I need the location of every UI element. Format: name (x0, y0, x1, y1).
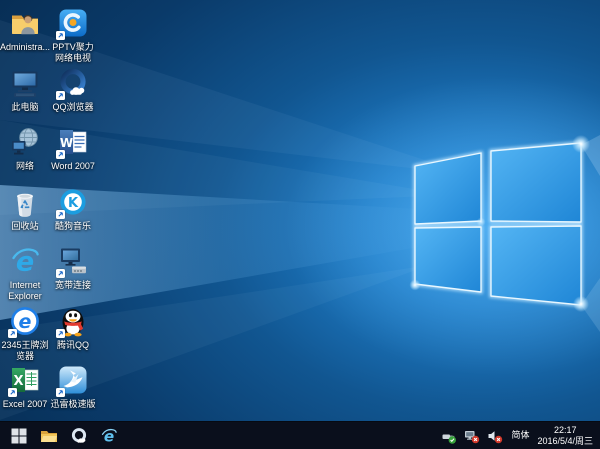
desktop-icon-grid: Administra... 此电脑 (1, 4, 97, 421)
folder-icon (40, 428, 58, 444)
desktop-item-excel-2007[interactable]: X Excel 2007 (1, 361, 49, 421)
svg-text:e: e (19, 311, 32, 333)
shortcut-arrow-icon (8, 388, 17, 397)
taskbar-clock[interactable]: 22:17 2016/5/4/周三 (537, 425, 593, 446)
desktop-item-label: 网络 (0, 161, 51, 172)
shortcut-arrow-icon (8, 329, 17, 338)
usb-safely-remove-icon[interactable] (441, 428, 457, 444)
desktop-item-broadband[interactable]: 宽带连接 (49, 242, 97, 302)
svg-text:X: X (13, 374, 23, 389)
svg-text:e: e (16, 247, 34, 278)
shortcut-arrow-icon (56, 91, 65, 100)
desktop-item-pptv[interactable]: PPTV聚力 网络电视 (49, 4, 97, 64)
desktop-item-label: 宽带连接 (47, 280, 99, 291)
desktop-item-recycle-bin[interactable]: 回收站 (1, 183, 49, 243)
desktop-item-administrator[interactable]: Administra... (1, 4, 49, 64)
recycle-bin-icon (9, 186, 41, 218)
desktop-item-label: 回收站 (0, 221, 51, 232)
user-folder-icon (9, 7, 41, 39)
volume-muted-icon[interactable] (487, 428, 503, 444)
desktop-item-label: PPTV聚力 网络电视 (47, 42, 99, 64)
clock-time: 22:17 (537, 425, 593, 436)
windows-logo-icon (11, 428, 27, 444)
desktop-item-label: Internet Explorer (0, 280, 51, 302)
desktop-item-label: Excel 2007 (0, 399, 51, 410)
network-icon (9, 126, 41, 158)
this-pc-icon (9, 67, 41, 99)
desktop-item-this-pc[interactable]: 此电脑 (1, 64, 49, 124)
desktop-item-qq-browser[interactable]: QQ浏览器 (49, 64, 97, 124)
shortcut-arrow-icon (56, 150, 65, 159)
desktop-item-label: QQ浏览器 (47, 102, 99, 113)
ie-logo-icon: e (100, 427, 118, 445)
svg-text:W: W (60, 136, 73, 150)
desktop-item-label: 2345王牌浏览器 (0, 340, 51, 362)
system-tray: 简体 22:17 2016/5/4/周三 (441, 422, 600, 449)
internet-explorer-icon: e (9, 245, 41, 277)
shortcut-arrow-icon (56, 329, 65, 338)
taskbar-internet-explorer-button[interactable]: e (94, 422, 124, 449)
start-button[interactable] (4, 422, 34, 449)
clock-date: 2016/5/4/周三 (537, 436, 593, 447)
ime-indicator[interactable]: 简体 (510, 422, 530, 449)
qq-browser-logo-icon (70, 427, 88, 445)
network-disconnected-icon[interactable] (464, 428, 480, 444)
shortcut-arrow-icon (56, 388, 65, 397)
desktop-item-kugou-music[interactable]: K 酷狗音乐 (49, 183, 97, 243)
taskbar: e 简体 22:17 2016/ (0, 421, 600, 449)
desktop-item-tencent-qq[interactable]: 腾讯QQ (49, 302, 97, 362)
shortcut-arrow-icon (56, 210, 65, 219)
shortcut-arrow-icon (56, 31, 65, 40)
svg-text:K: K (68, 196, 79, 211)
desktop-item-label: 此电脑 (0, 102, 51, 113)
shortcut-arrow-icon (56, 269, 65, 278)
desktop-item-thunder[interactable]: 迅雷极速版 (49, 361, 97, 421)
desktop-item-label: 迅雷极速版 (47, 399, 99, 410)
taskbar-qq-browser-button[interactable] (64, 422, 94, 449)
desktop-item-2345-browser[interactable]: e 2345王牌浏览器 (1, 302, 49, 362)
desktop-item-network[interactable]: 网络 (1, 123, 49, 183)
desktop-item-internet-explorer[interactable]: e Internet Explorer (1, 242, 49, 302)
desktop-item-label: 酷狗音乐 (47, 221, 99, 232)
desktop-item-label: Administra... (0, 42, 51, 53)
taskbar-file-explorer-button[interactable] (34, 422, 64, 449)
desktop-item-word-2007[interactable]: W Word 2007 (49, 123, 97, 183)
desktop: Administra... 此电脑 (0, 0, 600, 421)
desktop-item-label: Word 2007 (47, 161, 99, 172)
desktop-item-label: 腾讯QQ (47, 340, 99, 351)
